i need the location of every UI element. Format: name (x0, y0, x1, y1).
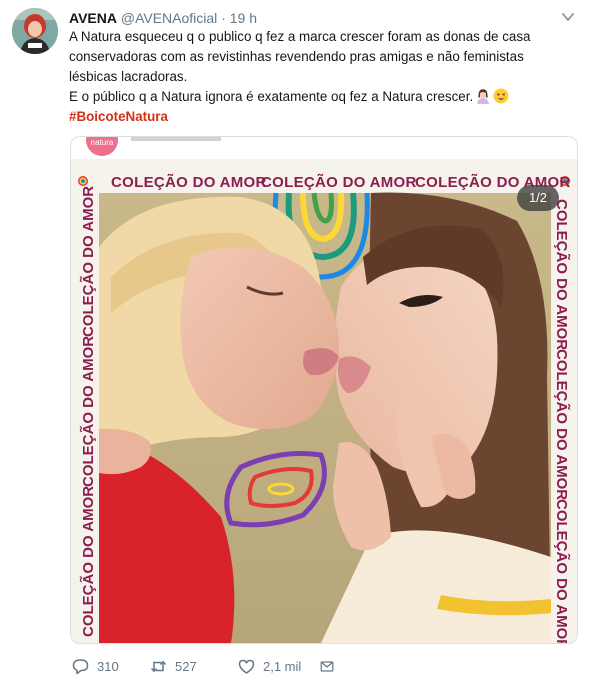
action-bar: 310 527 2,1 mil (72, 656, 342, 675)
tweet-body: A Natura esqueceu q o publico q fez a ma… (69, 29, 531, 104)
frame-text-right-2: COLEÇÃO DO AMOR (553, 349, 571, 500)
direct-message-button[interactable] (320, 658, 342, 675)
retweet-count: 527 (175, 658, 197, 674)
chevron-down-icon[interactable] (561, 10, 575, 24)
retweet-button[interactable]: 527 (150, 658, 238, 675)
reply-button[interactable]: 310 (72, 658, 150, 675)
woman-gesturing-emoji (477, 89, 490, 104)
hashtag-link[interactable]: #BoicoteNatura (69, 109, 168, 124)
frame-text-right-1: COLEÇÃO DO AMOR (553, 199, 571, 350)
grinning-face-emoji (493, 88, 509, 104)
frame-text-left-3: COLEÇÃO DO AMOR (79, 186, 97, 337)
display-name[interactable]: AVENA (69, 10, 117, 26)
tweet-text: A Natura esqueceu q o publico q fez a ma… (69, 27, 574, 127)
reply-count: 310 (97, 658, 119, 674)
avatar[interactable] (12, 8, 58, 54)
retweet-icon (150, 660, 167, 672)
tweet-header: AVENA @AVENAoficial · 19 h (69, 9, 257, 27)
frame-text-right-3: COLEÇÃO DO AMOR (553, 499, 571, 644)
tweet: AVENA @AVENAoficial · 19 h A Natura esqu… (0, 0, 595, 675)
envelope-icon (320, 660, 334, 672)
frame-text-left-1: COLEÇÃO DO AMOR (79, 486, 97, 637)
frame-text-left-2: COLEÇÃO DO AMOR (79, 336, 97, 487)
separator-dot: · (221, 10, 226, 26)
frame-text-top-2: COLEÇÃO DO AMOR (261, 173, 417, 191)
user-handle[interactable]: @AVENAoficial (121, 10, 217, 26)
like-button[interactable]: 2,1 mil (238, 658, 320, 675)
reply-icon (72, 658, 89, 674)
tweet-media[interactable]: natura COLEÇÃO DO AMOR COLEÇÃO DO AMOR C… (70, 136, 578, 644)
media-counter: 1/2 (517, 185, 559, 211)
timestamp[interactable]: 19 h (230, 10, 257, 26)
brand-badge-text: natura (91, 138, 114, 147)
heart-icon (238, 659, 255, 674)
like-count: 2,1 mil (263, 658, 302, 674)
frame-text-top-1: COLEÇÃO DO AMOR (111, 173, 267, 191)
